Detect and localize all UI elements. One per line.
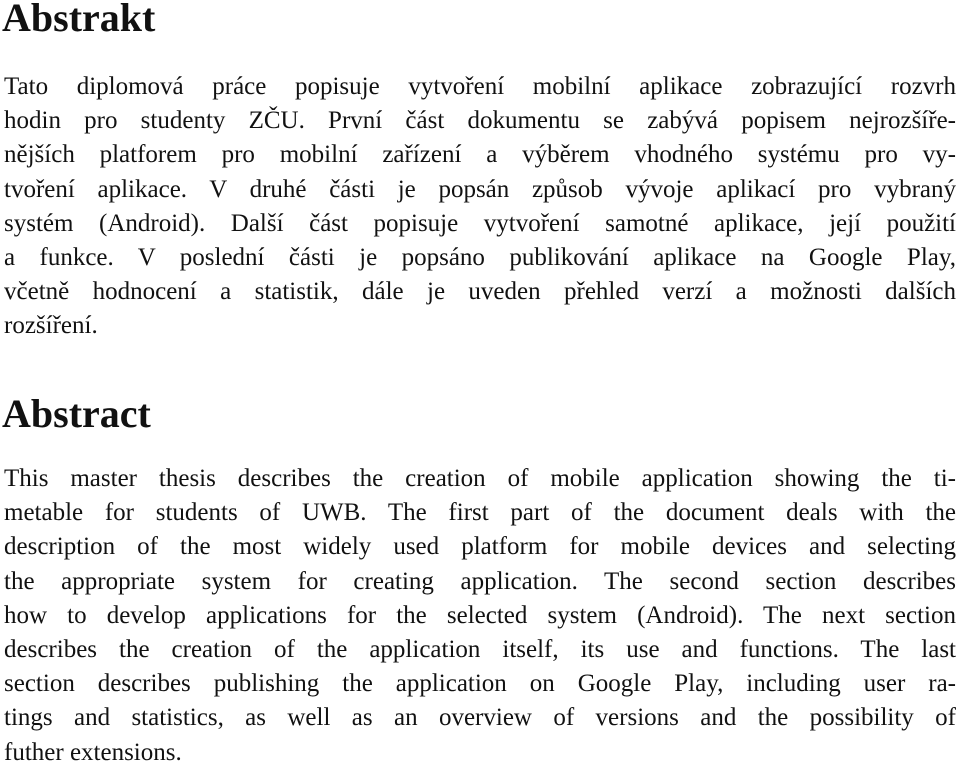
text-line: včetně hodnocení a statistik, dále je uv… (4, 278, 956, 306)
text-line: nějších platforem pro mobilní zařízení a… (4, 141, 956, 169)
text-line: description of the most widely used plat… (4, 533, 956, 561)
text-line: futher extensions. (4, 738, 182, 766)
abstract-english-paragraph: This master thesis describes the creatio… (4, 462, 956, 770)
text-line: hodin pro studenty ZČU. První část dokum… (4, 107, 956, 135)
heading-abstrakt: Abstrakt (2, 0, 156, 40)
text-line: section describes publishing the applica… (4, 670, 956, 698)
text-line: tings and statistics, as well as an over… (4, 704, 956, 732)
text-line: how to develop applications for the sele… (4, 601, 956, 629)
text-line: the appropriate system for creating appl… (4, 567, 956, 595)
text-line: tvoření aplikace. V druhé části je popsá… (4, 175, 956, 203)
abstract-czech-paragraph: Tato diplomová práce popisuje vytvoření … (4, 70, 956, 344)
text-line: Tato diplomová práce popisuje vytvoření … (4, 73, 956, 100)
heading-abstract: Abstract (2, 391, 151, 436)
text-line: metable for students of UWB. The first p… (4, 499, 956, 527)
text-line: systém (Android). Další část popisuje vy… (4, 209, 956, 237)
text-line: This master thesis describes the creatio… (4, 465, 956, 492)
text-line: describes the creation of the applicatio… (4, 635, 956, 663)
text-line: a funkce. V poslední části je popsáno pu… (4, 243, 956, 271)
text-line: rozšíření. (4, 312, 98, 340)
